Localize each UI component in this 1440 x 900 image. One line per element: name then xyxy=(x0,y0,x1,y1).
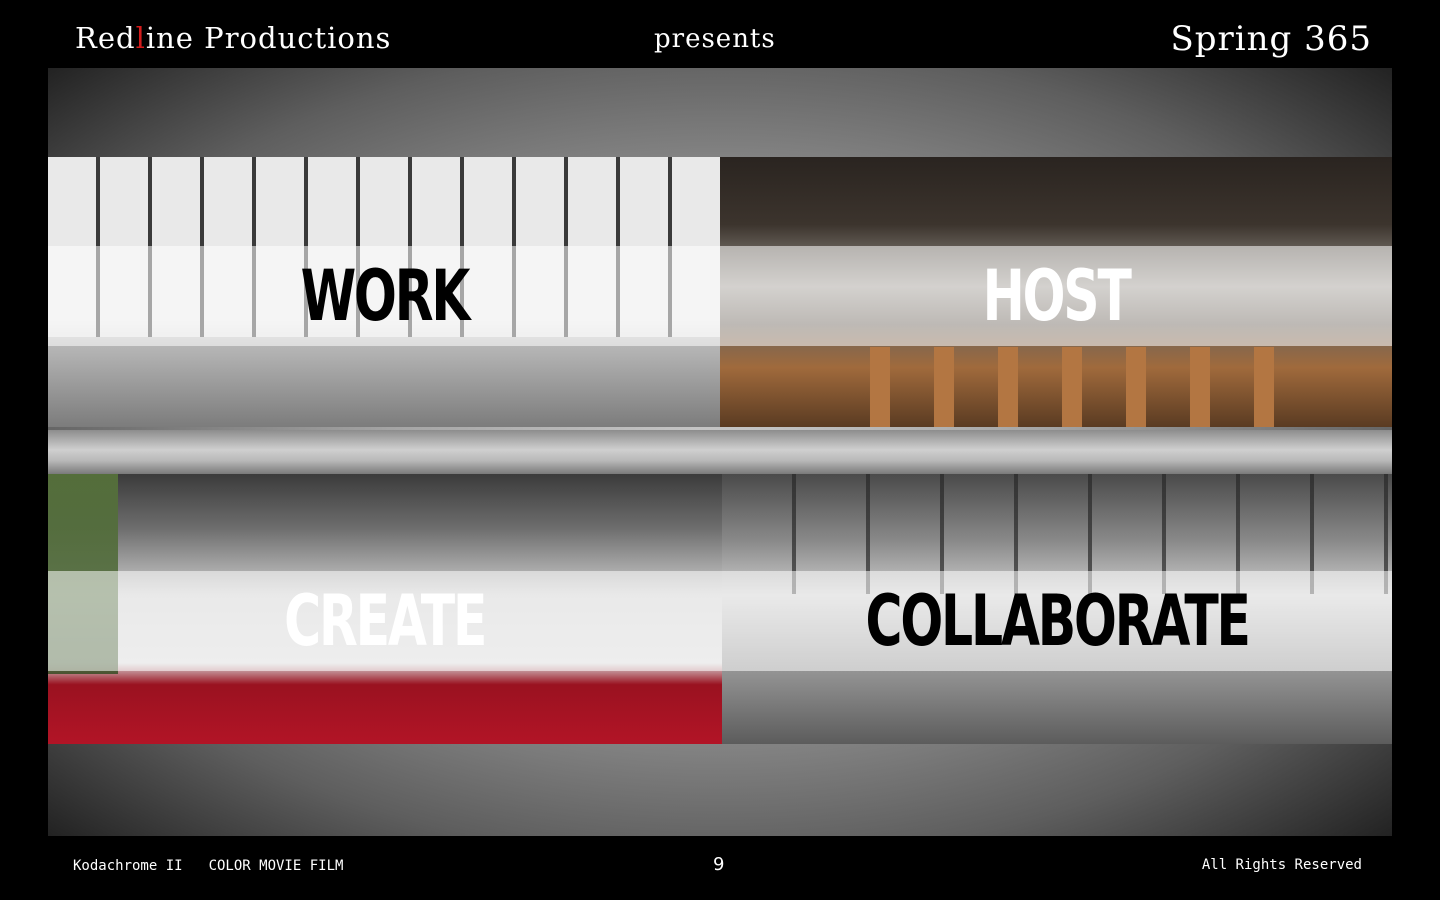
slide-page: Redline Productions presents Spring 365 … xyxy=(0,0,1440,900)
collaborate-label: COLLABORATE xyxy=(865,580,1250,662)
tile-host[interactable]: HOST xyxy=(720,157,1392,427)
host-label-bar: HOST xyxy=(720,246,1392,346)
work-label-bar: WORK xyxy=(48,246,720,346)
brand-prefix: Red xyxy=(75,21,136,55)
content-stage: WORK HOST CREATE COLLABORATE xyxy=(48,68,1392,836)
footer-film-type: COLOR MOVIE FILM xyxy=(208,858,344,874)
brand-highlight-letter: l xyxy=(135,21,146,55)
brand-suffix: ine Productions xyxy=(145,21,392,55)
season-title: Spring 365 xyxy=(1170,19,1372,59)
collaborate-label-bar: COLLABORATE xyxy=(722,571,1392,671)
work-label: WORK xyxy=(300,255,470,337)
footer-film-name: Kodachrome II xyxy=(73,858,183,874)
host-label: HOST xyxy=(982,255,1131,337)
create-label-bar: CREATE xyxy=(48,571,722,671)
divider-band xyxy=(48,430,1392,474)
brand-title: Redline Productions xyxy=(75,18,391,58)
footer-rights: All Rights Reserved xyxy=(1201,857,1362,873)
create-label: CREATE xyxy=(284,580,487,662)
page-number: 9 xyxy=(713,854,725,875)
footer-film-info: Kodachrome II COLOR MOVIE FILM xyxy=(73,857,343,875)
presents-text: presents xyxy=(654,24,776,54)
tile-collaborate[interactable]: COLLABORATE xyxy=(722,474,1392,744)
tile-work[interactable]: WORK xyxy=(48,157,720,427)
tile-create[interactable]: CREATE xyxy=(48,474,722,744)
